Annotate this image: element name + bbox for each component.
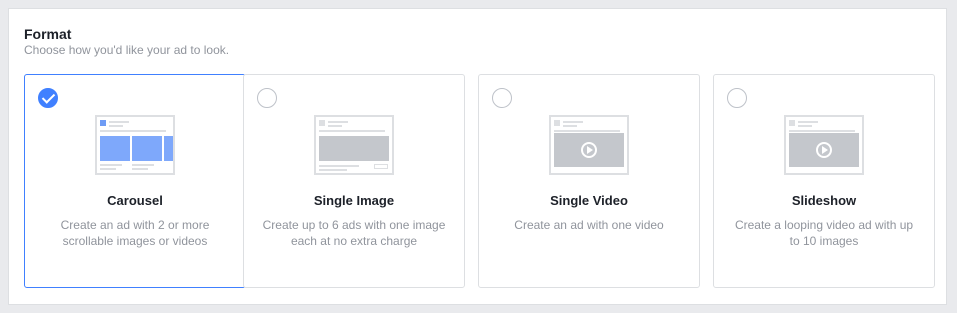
format-description: Create an ad with one video: [514, 218, 664, 232]
play-icon: [816, 142, 832, 158]
slideshow-preview-icon: [784, 115, 864, 175]
format-option-carousel[interactable]: Carousel Create an ad with 2 or more scr…: [24, 74, 246, 288]
format-description: Create up to 6 ads with one image each a…: [262, 218, 446, 248]
format-description: Create a looping video ad with up to 10 …: [734, 218, 914, 248]
single-image-preview-icon: [314, 115, 394, 175]
section-subtitle: Choose how you'd like your ad to look.: [24, 43, 230, 57]
format-option-single-image[interactable]: Single Image Create up to 6 ads with one…: [243, 74, 465, 288]
checkmark-icon[interactable]: [38, 88, 58, 108]
format-panel: Format Choose how you'd like your ad to …: [8, 8, 947, 305]
radio-button[interactable]: [492, 88, 512, 108]
format-option-single-video[interactable]: Single Video Create an ad with one video: [478, 74, 700, 288]
format-option-slideshow[interactable]: Slideshow Create a looping video ad with…: [713, 74, 935, 288]
carousel-preview-icon: [95, 115, 175, 175]
format-title: Carousel: [107, 193, 163, 208]
radio-button[interactable]: [257, 88, 277, 108]
section-title: Format: [24, 26, 72, 42]
format-title: Slideshow: [791, 193, 857, 208]
format-title: Single Image: [313, 193, 395, 208]
radio-button[interactable]: [727, 88, 747, 108]
format-description: Create an ad with 2 or more scrollable i…: [60, 218, 210, 248]
play-icon: [581, 142, 597, 158]
format-title: Single Video: [550, 193, 628, 208]
single-video-preview-icon: [549, 115, 629, 175]
